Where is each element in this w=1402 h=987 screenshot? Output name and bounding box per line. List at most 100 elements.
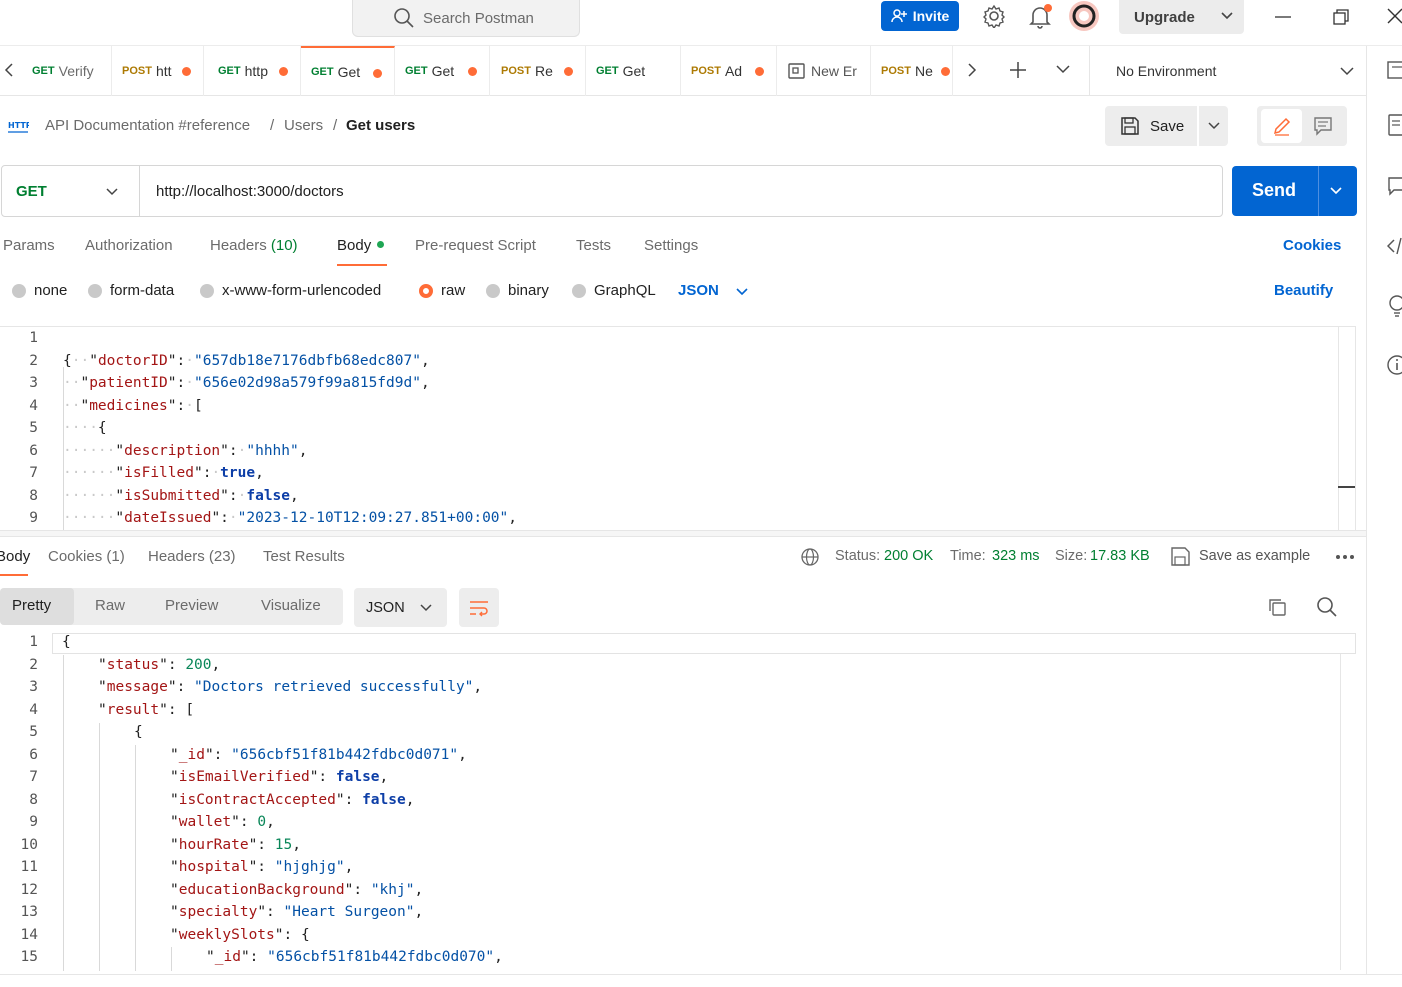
tabs-menu-chevron-icon[interactable] — [1056, 64, 1070, 74]
breadcrumb-request-name[interactable]: Get users — [346, 117, 415, 134]
request-tab[interactable]: POST Ne — [871, 46, 953, 96]
environment-quick-look-icon[interactable] — [1387, 60, 1402, 80]
radio-binary[interactable]: binary — [486, 282, 549, 299]
view-raw[interactable]: Raw — [95, 597, 125, 614]
chevron-down-icon[interactable] — [736, 287, 748, 297]
json-key: _id — [178, 747, 205, 763]
search-input[interactable]: Search Postman — [352, 0, 580, 37]
request-tab[interactable]: GET http — [204, 46, 301, 96]
edit-mode-button[interactable] — [1261, 109, 1302, 143]
minimize-icon[interactable] — [1274, 8, 1292, 26]
search-placeholder: Search Postman — [423, 9, 534, 27]
line-number: 6 — [29, 747, 38, 763]
time-value[interactable]: 323 ms — [992, 548, 1040, 564]
cookies-link[interactable]: Cookies — [1283, 237, 1341, 254]
request-tab[interactable]: POST htt — [108, 46, 204, 96]
line-number: 8 — [29, 792, 38, 808]
tab-method: POST — [691, 65, 721, 77]
line-number: 4 — [29, 702, 38, 718]
beautify-button[interactable]: Beautify — [1274, 282, 1333, 299]
editor-scrollbar-track — [1338, 327, 1339, 530]
request-tab[interactable]: POST Ad — [681, 46, 777, 96]
response-body-viewer[interactable]: 1 2 3 4 5 6 7 8 9 10 11 12 13 14 15 { "s… — [0, 633, 1356, 971]
response-format-select[interactable]: JSON — [354, 588, 447, 627]
request-tab-active[interactable]: GET Get — [301, 46, 395, 96]
close-icon[interactable] — [1386, 6, 1402, 26]
comments-icon[interactable] — [1387, 176, 1402, 196]
json-value: [ — [193, 398, 203, 414]
tab-label: Re — [534, 63, 553, 79]
documentation-icon[interactable] — [1387, 114, 1402, 136]
view-visualize[interactable]: Visualize — [261, 597, 321, 614]
tab-params[interactable]: Params — [3, 237, 55, 254]
view-preview[interactable]: Preview — [165, 597, 218, 614]
new-tab-plus-icon[interactable] — [1008, 60, 1028, 80]
user-avatar[interactable] — [1068, 0, 1100, 32]
tabs-scroll-left-icon[interactable] — [4, 62, 14, 78]
send-button[interactable]: Send — [1232, 166, 1357, 216]
request-tab[interactable]: GET Get — [586, 46, 681, 96]
tab-headers[interactable]: Headers (10) — [210, 237, 298, 254]
info-icon[interactable] — [1387, 354, 1402, 376]
code-line: "status": 200, — [98, 657, 221, 673]
response-tab-headers[interactable]: Headers (23) — [148, 548, 236, 565]
json-value: "656e02d98a579f99a815fd9d" — [193, 375, 421, 391]
request-body-editor[interactable]: 1 2 3 4 5 6 7 8 9 {··"doctorID":·"657db1… — [0, 326, 1356, 530]
save-as-example-button[interactable]: Save as example — [1199, 548, 1310, 564]
json-value: "hjghjg" — [274, 859, 345, 875]
chevron-down-icon[interactable] — [1330, 186, 1342, 196]
request-tab[interactable]: New Er — [777, 46, 871, 96]
code-icon[interactable] — [1387, 236, 1402, 256]
response-tab-body[interactable]: Body — [0, 548, 30, 565]
radio-none[interactable]: none — [12, 282, 67, 299]
tab-prerequest-script[interactable]: Pre-request Script — [415, 237, 536, 254]
radio-graphql[interactable]: GraphQL — [572, 282, 656, 299]
breadcrumb-collection[interactable]: API Documentation #reference — [45, 117, 250, 134]
status-value[interactable]: 200 OK — [884, 548, 933, 564]
environment-selector[interactable]: No Environment — [1089, 46, 1366, 96]
radio-urlencoded[interactable]: x-www-form-urlencoded — [200, 282, 381, 299]
restore-icon[interactable] — [1332, 8, 1350, 26]
save-button[interactable]: Save — [1105, 106, 1197, 146]
response-resize-handle[interactable] — [0, 530, 1366, 537]
invite-button[interactable]: Invite — [881, 1, 959, 31]
code-line: ··"medicines":·[ — [63, 398, 203, 414]
upgrade-button[interactable]: Upgrade — [1119, 0, 1244, 34]
tab-authorization[interactable]: Authorization — [85, 237, 173, 254]
notifications-bell-icon[interactable] — [1028, 4, 1052, 30]
more-options-icon[interactable] — [1335, 553, 1355, 561]
editor-scrollbar-thumb[interactable] — [1338, 486, 1355, 488]
tab-tests[interactable]: Tests — [576, 237, 611, 254]
view-pretty[interactable]: Pretty — [12, 597, 51, 614]
active-tab-underline — [0, 574, 28, 576]
line-number: 3 — [29, 375, 38, 391]
response-scrollbar-track[interactable] — [1340, 654, 1341, 970]
breadcrumb-folder[interactable]: Users — [284, 117, 323, 134]
wrap-lines-button[interactable] — [459, 588, 499, 627]
copy-icon[interactable] — [1267, 597, 1287, 617]
save-options-button[interactable] — [1199, 106, 1228, 146]
tab-settings[interactable]: Settings — [644, 237, 698, 254]
response-tab-test-results[interactable]: Test Results — [263, 548, 345, 565]
radio-raw[interactable]: raw — [419, 282, 465, 299]
body-format-select[interactable]: JSON — [678, 282, 719, 299]
settings-gear-icon[interactable] — [982, 4, 1006, 28]
tab-body[interactable]: Body — [337, 237, 385, 254]
request-tab[interactable]: GET Verify — [20, 46, 112, 96]
json-key: status — [106, 657, 160, 673]
request-tab[interactable]: GET Get — [395, 46, 490, 96]
comment-mode-icon[interactable] — [1313, 116, 1333, 136]
radio-form-data[interactable]: form-data — [88, 282, 174, 299]
globe-icon[interactable] — [800, 547, 820, 567]
status-label: Status: — [835, 548, 881, 564]
search-icon[interactable] — [1316, 596, 1338, 618]
tabs-scroll-right-icon[interactable] — [967, 62, 977, 78]
response-tab-cookies[interactable]: Cookies (1) — [48, 548, 125, 565]
request-tab[interactable]: POST Re — [490, 46, 586, 96]
line-number: 15 — [20, 949, 38, 965]
json-value: "656cbf51f81b442fdbc0d071" — [231, 747, 459, 763]
line-number: 9 — [29, 814, 38, 830]
size-value[interactable]: 17.83 KB — [1090, 548, 1150, 564]
url-input[interactable]: http://localhost:3000/doctors — [156, 183, 344, 200]
lightbulb-icon[interactable] — [1387, 294, 1402, 318]
